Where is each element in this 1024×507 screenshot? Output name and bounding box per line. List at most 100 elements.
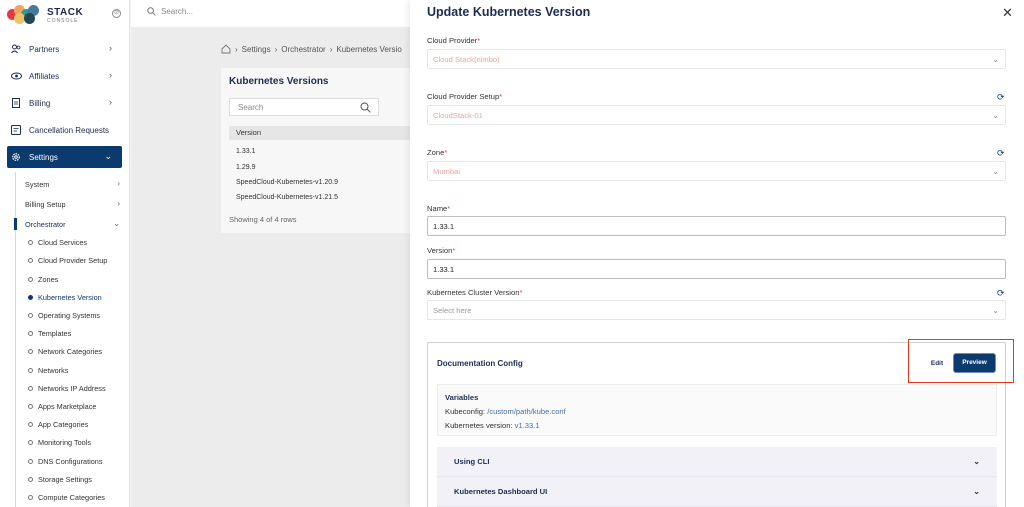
sidebar-leaf-monitoring-tools[interactable]: Monitoring Tools — [28, 438, 91, 447]
leaf-label: Compute Categories — [38, 493, 105, 502]
required-mark: * — [519, 288, 523, 297]
logo-mark-icon — [7, 5, 43, 25]
radio-dot-icon — [28, 495, 33, 500]
sidebar-sub-item-billing-setup[interactable]: Billing Setup › — [25, 199, 125, 209]
sidebar-leaf-cloud-provider-setup[interactable]: Cloud Provider Setup — [28, 256, 107, 265]
kubeconfig-value: /custom/path/kube.conf — [487, 407, 566, 416]
radio-dot-icon — [28, 313, 33, 318]
sidebar-leaf-compute-categories[interactable]: Compute Categories — [28, 493, 105, 502]
version-input[interactable]: 1.33.1 — [427, 259, 1006, 279]
refresh-icon[interactable]: ⟳ — [997, 288, 1005, 299]
table-footer-count: Showing 4 of 4 rows — [229, 215, 297, 224]
label-text: Zone — [427, 148, 445, 157]
refresh-icon[interactable]: ⟳ — [997, 92, 1005, 103]
leaf-label: Cloud Services — [38, 238, 88, 247]
list-search-input[interactable]: Search — [229, 98, 379, 116]
global-search-placeholder: Search... — [161, 7, 194, 16]
sidebar-leaf-dns-configurations[interactable]: DNS Configurations — [28, 457, 103, 466]
search-icon[interactable] — [360, 102, 371, 113]
logo[interactable]: STACK CONSOLE — [7, 5, 125, 25]
zone-select[interactable]: Mumbai ⌄ — [427, 161, 1006, 181]
breadcrumb-orchestrator[interactable]: Orchestrator — [281, 45, 325, 54]
required-mark: * — [477, 36, 481, 45]
leaf-label: Network Categories — [38, 347, 103, 356]
select-value: Cloud Stack(nimbo) — [433, 54, 500, 64]
radio-dot-icon — [28, 386, 33, 391]
sidebar-leaf-network-categories[interactable]: Network Categories — [28, 347, 102, 356]
select-value: Mumbai — [433, 166, 461, 176]
table-header-version[interactable]: Version — [229, 126, 411, 140]
logo-text: STACK — [47, 7, 84, 18]
page-title: Kubernetes Versions — [229, 76, 329, 87]
chevron-down-icon: ⌄ — [992, 55, 999, 64]
sidebar-leaf-apps-marketplace[interactable]: Apps Marketplace — [28, 402, 96, 411]
breadcrumb-settings[interactable]: Settings — [242, 45, 271, 54]
leaf-label: Zones — [38, 275, 59, 284]
home-icon[interactable] — [221, 44, 231, 54]
label-text: Cloud Provider — [427, 36, 478, 45]
radio-dot-icon — [28, 368, 33, 373]
gear-icon — [11, 152, 21, 162]
sidebar-leaf-zones[interactable]: Zones — [28, 275, 58, 284]
sidebar-leaf-app-categories[interactable]: App Categories — [28, 420, 88, 429]
sidebar-sub-item-system[interactable]: System › — [25, 179, 125, 189]
chevron-down-icon: ⌄ — [973, 457, 980, 466]
drawer-title: Update Kubernetes Version — [427, 5, 591, 19]
kubernetes-versions-card: Kubernetes Versions Search Version 1.33.… — [221, 68, 411, 233]
search-icon — [147, 7, 156, 16]
sidebar-leaf-kubernetes-version[interactable]: Kubernetes Version — [28, 293, 102, 302]
accordion-using-cli[interactable]: Using CLI ⌄ — [437, 447, 997, 477]
sidebar-item-cancellation-requests[interactable]: Cancellation Requests — [7, 121, 122, 139]
collapse-sidebar-icon[interactable]: ⊘ — [112, 9, 121, 18]
sidebar-sub-label: Orchestrator — [25, 220, 66, 229]
sidebar-sub-item-orchestrator[interactable]: Orchestrator ⌄ — [25, 219, 125, 229]
variables-box: Variables Kubeconfig: /custom/path/kube.… — [437, 384, 997, 436]
chevron-right-icon: › — [117, 199, 120, 208]
radio-dot-icon — [28, 240, 33, 245]
select-placeholder: Select here — [433, 305, 472, 315]
close-icon[interactable]: ✕ — [1002, 5, 1013, 21]
cluster-version-select[interactable]: Select here ⌄ — [427, 300, 1006, 320]
sidebar-leaf-operating-systems[interactable]: Operating Systems — [28, 311, 100, 320]
sidebar-item-label: Partners — [29, 44, 60, 54]
radio-dot-icon — [28, 349, 33, 354]
radio-dot-icon — [28, 477, 33, 482]
breadcrumb-current: Kubernetes Versio — [336, 44, 402, 54]
table-row[interactable]: 1.29.9 — [236, 164, 255, 171]
cloud-provider-setup-label: Cloud Provider Setup* — [427, 92, 502, 101]
select-value: CloudStack-01 — [433, 110, 483, 120]
sidebar-item-partners[interactable]: Partners › — [7, 40, 122, 58]
sidebar-leaf-networks[interactable]: Networks — [28, 366, 68, 375]
leaf-label: Templates — [38, 329, 72, 338]
sidebar-item-affiliates[interactable]: Affiliates › — [7, 67, 122, 85]
variables-title: Variables — [445, 393, 479, 402]
sidebar-item-settings[interactable]: Settings ⌄ — [7, 146, 122, 168]
label-text: Version — [427, 246, 453, 255]
breadcrumb-separator: › — [329, 44, 333, 54]
users-icon — [11, 44, 21, 54]
chevron-down-icon: ⌄ — [973, 487, 980, 496]
leaf-label: Networks IP Address — [38, 384, 106, 393]
chevron-right-icon: › — [109, 70, 112, 80]
name-input[interactable]: 1.33.1 — [427, 216, 1006, 236]
cloud-provider-select[interactable]: Cloud Stack(nimbo) ⌄ — [427, 49, 1006, 69]
table-row[interactable]: SpeedCloud-Kubernetes-v1.20.9 — [236, 179, 338, 186]
sidebar-sub-label: Billing Setup — [25, 200, 66, 209]
sidebar-leaf-cloud-services[interactable]: Cloud Services — [28, 238, 87, 247]
global-search[interactable]: Search... — [147, 7, 193, 16]
chevron-right-icon: › — [109, 43, 112, 53]
leaf-label: Kubernetes Version — [38, 293, 102, 302]
table-row[interactable]: SpeedCloud-Kubernetes-v1.21.5 — [236, 194, 338, 201]
table-row[interactable]: 1.33.1 — [236, 148, 255, 155]
name-label: Name* — [427, 204, 450, 213]
refresh-icon[interactable]: ⟳ — [997, 148, 1005, 159]
sidebar-leaf-storage-settings[interactable]: Storage Settings — [28, 475, 92, 484]
accordion-kubernetes-dashboard-ui[interactable]: Kubernetes Dashboard UI ⌄ — [437, 477, 997, 507]
sidebar-leaf-templates[interactable]: Templates — [28, 329, 71, 338]
sidebar-leaf-networks-ip-address[interactable]: Networks IP Address — [28, 384, 106, 393]
sidebar-item-billing[interactable]: Billing › — [7, 94, 122, 112]
leaf-label: DNS Configurations — [38, 457, 103, 466]
required-mark: * — [499, 92, 503, 101]
radio-dot-icon — [28, 295, 33, 300]
cloud-provider-setup-select[interactable]: CloudStack-01 ⌄ — [427, 105, 1006, 125]
